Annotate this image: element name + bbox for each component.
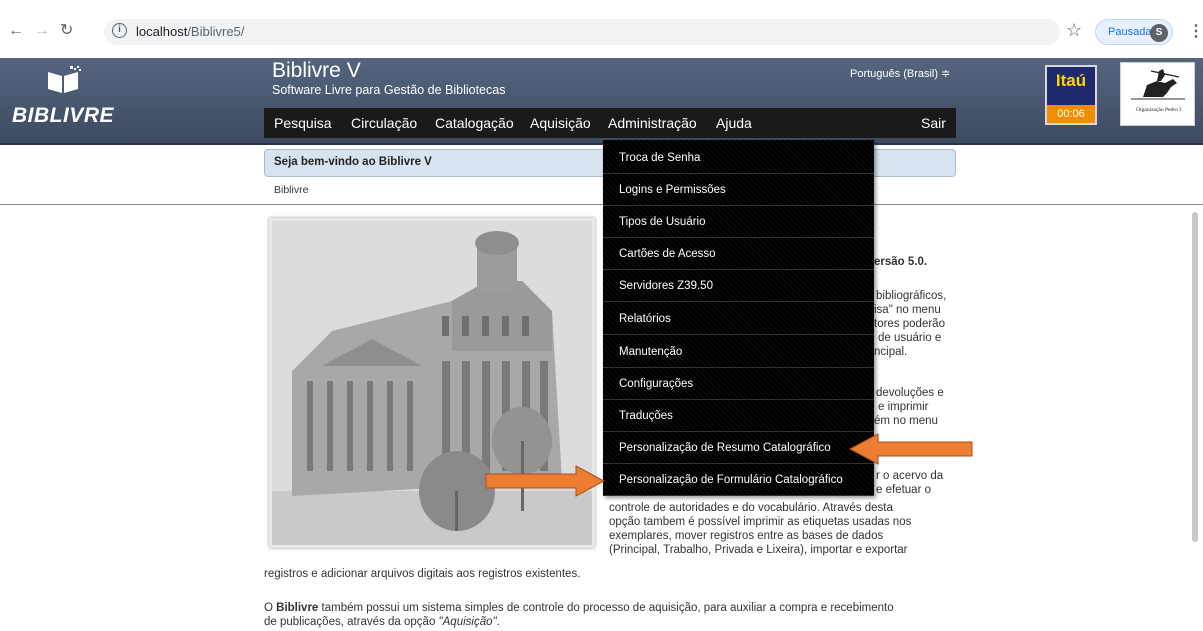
browser-chrome: ← → ↻ i localhost/Biblivre5/ ☆ Pausada S…: [0, 0, 1203, 58]
catalog-line: exemplares, mover registros entre as bas…: [609, 530, 884, 542]
menu-circulacao[interactable]: Circulação: [351, 115, 417, 131]
admin-menu-item[interactable]: Relatórios: [603, 303, 874, 335]
version-text: ersão 5.0.: [874, 256, 928, 268]
page-scrollbar[interactable]: [1192, 212, 1198, 542]
menu-administracao[interactable]: Administração: [608, 115, 697, 131]
intro-line: ncipal.: [874, 346, 908, 358]
address-bar[interactable]: [104, 19, 1060, 45]
admin-menu-item[interactable]: Logins e Permissões: [603, 174, 874, 206]
annotation-arrow-left-icon: [848, 433, 973, 465]
forward-icon[interactable]: →: [34, 23, 50, 39]
back-icon[interactable]: ←: [8, 23, 24, 39]
catalog-line: e efetuar o: [876, 484, 931, 496]
info-icon[interactable]: i: [112, 23, 127, 38]
reload-icon[interactable]: ↻: [60, 23, 73, 39]
catalog-line: registros e adicionar arquivos digitais …: [264, 568, 581, 580]
book-logo-icon: [48, 66, 81, 93]
admin-menu-item[interactable]: Tipos de Usuário: [603, 206, 874, 238]
admin-menu-item[interactable]: Configurações: [603, 368, 874, 400]
header-divider: [0, 204, 1203, 205]
avatar: S: [1150, 24, 1168, 42]
admin-menu-item[interactable]: Cartões de Acesso: [603, 238, 874, 270]
circulation-line: ém no menu: [874, 415, 938, 427]
acquisition-paragraph: O Biblivre também possui um sistema simp…: [264, 602, 894, 614]
catalog-line: (Principal, Trabalho, Privada e Lixeira)…: [609, 544, 908, 556]
circulation-line: e imprimir: [878, 401, 929, 413]
admin-menu-item[interactable]: Servidores Z39.50: [603, 270, 874, 302]
session-timer: 00:06: [1047, 105, 1095, 123]
library-building-photo: [269, 218, 595, 548]
intro-line: de usuário e: [878, 332, 942, 344]
org-logo: Organização Pedro I: [1120, 62, 1195, 126]
menu-catalogacao[interactable]: Catalogação: [435, 115, 514, 131]
sponsor-badge: Itaú 00:06: [1045, 65, 1097, 125]
circulation-line: devoluções e: [876, 387, 944, 399]
url-text[interactable]: localhost/Biblivre5/: [136, 24, 244, 40]
admin-menu-item[interactable]: Traduções: [603, 400, 874, 432]
admin-menu-item-resumo[interactable]: Personalização de Resumo Catalográfico: [603, 432, 874, 464]
intro-line: isa" no menu: [874, 304, 941, 316]
more-menu-icon[interactable]: ⋮: [1188, 21, 1203, 41]
welcome-title: Seja bem-vindo ao Biblivre V: [274, 156, 432, 168]
language-select[interactable]: Português (Brasil) ≑: [850, 67, 950, 80]
menu-aquisicao[interactable]: Aquisição: [530, 115, 591, 131]
app-title: Biblivre V: [272, 59, 361, 82]
intro-line: tores poderão: [874, 318, 945, 330]
acquisition-paragraph: de publicações, através da opção "Aquisi…: [264, 616, 500, 628]
admin-menu-item[interactable]: Troca de Senha: [603, 142, 874, 174]
profile-button[interactable]: Pausada S: [1095, 19, 1173, 45]
admin-menu-item-formulario[interactable]: Personalização de Formulário Catalográfi…: [603, 464, 874, 496]
biblivre-logo[interactable]: BIBLIVRE: [12, 62, 114, 132]
logout-link[interactable]: Sair: [921, 115, 946, 131]
breadcrumb[interactable]: Biblivre: [274, 184, 308, 196]
bookmark-star-icon[interactable]: ☆: [1066, 20, 1082, 41]
annotation-arrow-right-icon: [485, 465, 606, 497]
catalog-line: opção tambem é possível imprimir as etiq…: [609, 516, 912, 528]
app-subtitle: Software Livre para Gestão de Biblioteca…: [272, 83, 506, 97]
admin-menu-item[interactable]: Manutenção: [603, 336, 874, 368]
intro-line: bibliográficos,: [876, 290, 947, 302]
catalog-line: controle de autoridades e do vocabulário…: [609, 502, 893, 514]
menu-pesquisa[interactable]: Pesquisa: [274, 115, 332, 131]
knight-logo-icon: [1131, 69, 1185, 100]
menu-ajuda[interactable]: Ajuda: [716, 115, 752, 131]
catalog-line: r o acervo da: [876, 470, 944, 482]
